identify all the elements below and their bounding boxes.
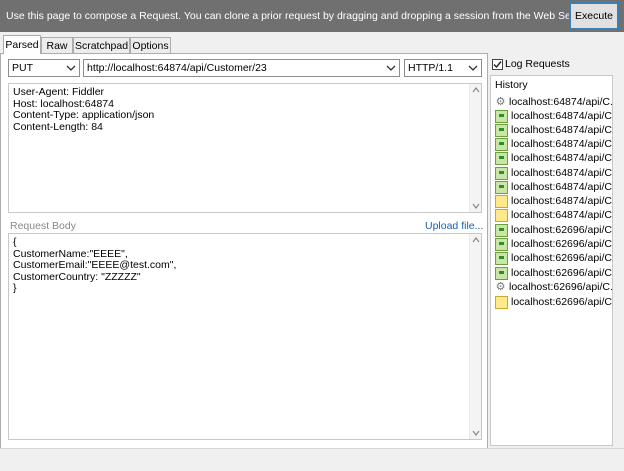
history-item-label: localhost:64874/api/C... <box>511 209 613 221</box>
request-green-icon <box>495 237 508 251</box>
history-item[interactable]: localhost:62696/api/C... <box>495 295 613 309</box>
instruction-text: Use this page to compose a Request. You … <box>6 10 620 22</box>
request-green-icon <box>495 266 508 280</box>
history-item-label: localhost:62696/api/C... <box>511 224 613 236</box>
history-item-label: localhost:64874/api/C... <box>511 138 613 150</box>
history-item-label: localhost:64874/api/C... <box>511 181 613 193</box>
checkmark-icon <box>493 61 502 69</box>
url-value: http://localhost:64874/api/Customer/23 <box>87 62 267 74</box>
request-green-icon <box>495 180 508 194</box>
tab-options[interactable]: Options <box>130 37 171 53</box>
history-item-label: localhost:62696/api/C... <box>511 296 613 308</box>
request-green-icon <box>495 123 508 137</box>
history-item[interactable]: localhost:62696/api/C... <box>495 251 613 265</box>
request-green-icon <box>495 109 508 123</box>
gear-icon: ⚙ <box>495 280 506 293</box>
request-green-icon <box>495 251 508 265</box>
request-yellow-icon <box>495 194 508 208</box>
history-item-label: localhost:62696/api/C... <box>511 252 613 264</box>
log-requests-label[interactable]: Log Requests <box>505 58 570 70</box>
history-item[interactable]: localhost:64874/api/C... <box>495 109 613 123</box>
chevron-down-icon <box>468 65 478 71</box>
request-body-textarea[interactable]: { CustomerName:"EEEE", CustomerEmail:"EE… <box>8 233 482 440</box>
history-item[interactable]: localhost:64874/api/C... <box>495 151 613 165</box>
scroll-up-icon[interactable] <box>472 237 480 243</box>
bottom-strip <box>0 448 624 471</box>
tab-parsed[interactable]: Parsed <box>3 35 41 54</box>
history-item[interactable]: localhost:64874/api/C... <box>495 208 613 222</box>
history-item-label: localhost:64874/api/C... <box>511 195 613 207</box>
chevron-down-icon <box>66 65 76 71</box>
history-item[interactable]: localhost:64874/api/C... <box>495 123 613 137</box>
history-item[interactable]: localhost:64874/api/C... <box>495 180 613 194</box>
history-item-label: localhost:64874/api/C... <box>511 124 613 136</box>
history-item[interactable]: localhost:64874/api/C... <box>495 137 613 151</box>
execute-button[interactable]: Execute <box>569 2 619 30</box>
history-item[interactable]: ⚙ localhost:64874/api/C... <box>495 95 613 109</box>
request-green-icon <box>495 151 508 165</box>
request-green-icon <box>495 137 508 151</box>
body-scrollbar[interactable] <box>469 234 481 439</box>
history-item-label: localhost:64874/api/C... <box>511 110 613 122</box>
url-field[interactable]: http://localhost:64874/api/Customer/23 <box>83 59 400 77</box>
request-yellow-icon <box>495 295 508 309</box>
request-yellow-icon <box>495 208 508 222</box>
history-item[interactable]: localhost:62696/api/C... <box>495 223 613 237</box>
tab-scratchpad[interactable]: Scratchpad <box>73 37 130 53</box>
scroll-down-icon[interactable] <box>472 430 480 436</box>
scroll-up-icon[interactable] <box>472 87 480 93</box>
history-item[interactable]: localhost:62696/api/C... <box>495 266 613 280</box>
method-select[interactable]: PUT <box>8 59 80 77</box>
headers-scrollbar[interactable] <box>469 84 481 212</box>
request-green-icon <box>495 223 508 237</box>
http-version-select[interactable]: HTTP/1.1 <box>404 59 482 77</box>
history-title: History <box>495 79 528 91</box>
history-item[interactable]: localhost:62696/api/C... <box>495 237 613 251</box>
upload-file-link[interactable]: Upload file... <box>425 220 483 232</box>
history-item-label: localhost:62696/api/C... <box>511 267 613 279</box>
request-body-label: Request Body <box>10 220 76 232</box>
history-item-label: localhost:62696/api/C... <box>509 281 613 293</box>
request-headers-textarea[interactable]: User-Agent: Fiddler Host: localhost:6487… <box>8 83 482 213</box>
scroll-down-icon[interactable] <box>472 203 480 209</box>
history-item[interactable]: ⚙ localhost:62696/api/C... <box>495 280 613 294</box>
http-version-value: HTTP/1.1 <box>408 62 453 74</box>
history-item-label: localhost:62696/api/C... <box>511 238 613 250</box>
log-requests-checkbox[interactable] <box>492 59 503 70</box>
tab-raw[interactable]: Raw <box>41 37 73 53</box>
gear-icon: ⚙ <box>495 95 506 108</box>
chevron-down-icon <box>386 65 396 71</box>
history-item-label: localhost:64874/api/C... <box>511 167 613 179</box>
history-item-label: localhost:64874/api/C... <box>509 96 613 108</box>
method-value: PUT <box>12 62 33 74</box>
history-item[interactable]: localhost:64874/api/C... <box>495 166 613 180</box>
history-item-label: localhost:64874/api/C... <box>511 152 613 164</box>
history-item[interactable]: localhost:64874/api/C... <box>495 194 613 208</box>
request-green-icon <box>495 166 508 180</box>
